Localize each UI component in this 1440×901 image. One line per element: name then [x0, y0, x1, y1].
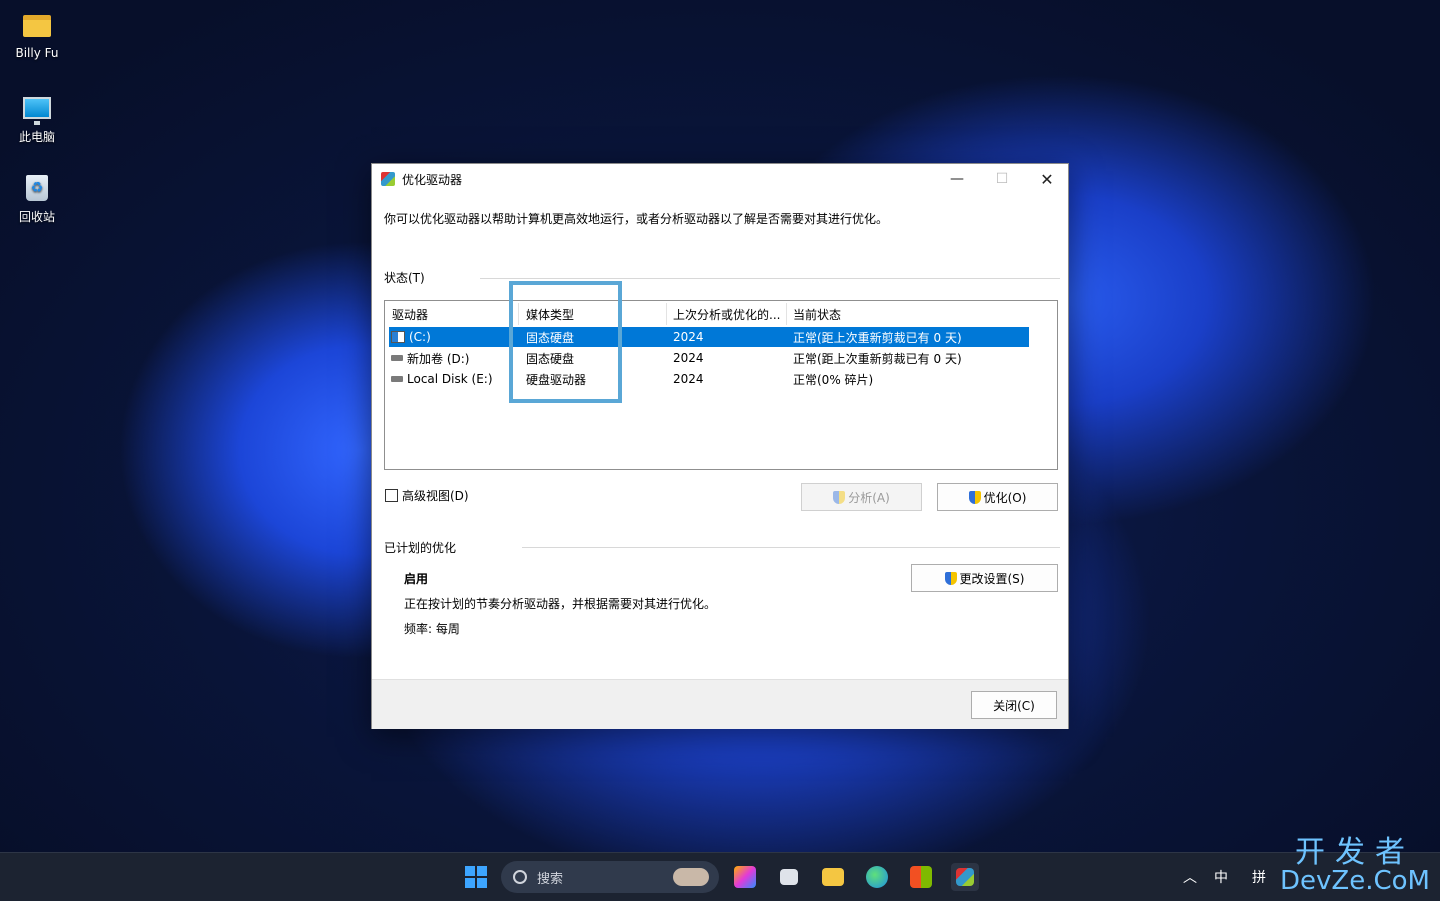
desktop-icon-label: Billy Fu — [15, 46, 59, 60]
taskbar-task-view[interactable] — [775, 863, 803, 891]
scheduled-divider — [522, 547, 1060, 548]
defrag-app-icon — [956, 868, 974, 886]
media-type: 硬盘驱动器 — [526, 372, 587, 387]
close-window-button[interactable]: ✕ — [1024, 164, 1070, 194]
taskbar-file-explorer[interactable] — [819, 863, 847, 891]
desktop-icon-label: 此电脑 — [18, 130, 55, 144]
scheduled-frequency: 频率: 每周 — [404, 622, 460, 636]
drive-list[interactable]: 驱动器 媒体类型 上次分析或优化的... 当前状态 (C:) 固态硬盘 2024… — [384, 300, 1058, 470]
minimize-icon: — — [950, 171, 964, 187]
start-button[interactable] — [462, 863, 490, 891]
desktop-icon-label: 回收站 — [18, 210, 55, 224]
window-title: 优化驱动器 — [402, 172, 463, 187]
drive-icon — [391, 376, 403, 382]
table-row[interactable]: (C:) 固态硬盘 2024 正常(距上次重新剪裁已有 0 天) — [389, 327, 1029, 347]
analyze-button[interactable]: 分析(A) — [801, 483, 922, 511]
optimize-button[interactable]: 优化(O) — [937, 483, 1058, 511]
computer-icon — [21, 92, 53, 125]
store-icon — [910, 866, 932, 888]
windows-start-icon — [465, 866, 487, 888]
scheduled-group-label: 已计划的优化 — [384, 541, 457, 555]
column-separator — [518, 303, 519, 325]
current-status: 正常(0% 碎片) — [793, 372, 874, 387]
watermark-line2: DevZe.CoM — [1280, 866, 1430, 896]
media-type: 固态硬盘 — [526, 351, 575, 366]
close-icon: ✕ — [1040, 169, 1054, 189]
watermark-line1: 开发者 — [1295, 835, 1415, 870]
scheduled-state: 启用 — [404, 572, 429, 586]
column-separator — [786, 303, 787, 325]
optimize-drives-window: 优化驱动器 — ☐ ✕ 你可以优化驱动器以帮助计算机更高效地运行，或者分析驱动器… — [371, 163, 1069, 729]
taskbar-store[interactable] — [907, 863, 935, 891]
edge-icon — [866, 866, 888, 888]
search-highlight-image-icon — [673, 868, 709, 886]
taskbar-edge[interactable] — [863, 863, 891, 891]
change-settings-button[interactable]: 更改设置(S) — [911, 564, 1058, 592]
checkbox-box[interactable] — [385, 489, 398, 502]
minimize-button[interactable]: — — [934, 164, 980, 194]
change-settings-label: 更改设置(S) — [959, 571, 1025, 586]
current-status: 正常(距上次重新剪裁已有 0 天) — [793, 351, 962, 366]
status-group-label: 状态(T) — [384, 271, 425, 285]
column-header-current-status[interactable]: 当前状态 — [793, 303, 841, 325]
folder-icon — [21, 10, 53, 42]
current-status: 正常(距上次重新剪裁已有 0 天) — [793, 330, 962, 345]
uac-shield-icon — [944, 571, 957, 585]
last-run: 2024 — [673, 330, 704, 344]
title-bar[interactable]: 优化驱动器 — ☐ ✕ — [372, 164, 1068, 194]
optimize-label: 优化(O) — [983, 490, 1027, 505]
drive-name: (C:) — [409, 330, 431, 344]
advanced-view-checkbox[interactable]: 高级视图(D) — [385, 487, 469, 504]
close-button[interactable]: 关闭(C) — [971, 691, 1057, 719]
search-placeholder: 搜索 — [537, 871, 564, 887]
system-drive-icon — [391, 331, 405, 343]
desktop-icon-recycle-bin[interactable]: ♻ 回收站 — [8, 172, 66, 225]
desktop-icon-this-pc[interactable]: 此电脑 — [8, 92, 66, 145]
close-label: 关闭(C) — [993, 698, 1035, 713]
search-icon — [513, 870, 527, 884]
analyze-label: 分析(A) — [848, 490, 890, 505]
desktop-icon-user-folder[interactable]: Billy Fu — [8, 10, 66, 60]
taskbar-optimize-drives[interactable] — [951, 863, 979, 891]
dialog-footer: 关闭(C) — [372, 679, 1068, 729]
column-header-drive[interactable]: 驱动器 — [392, 303, 428, 325]
task-view-icon — [780, 869, 798, 885]
table-row[interactable]: 新加卷 (D:) 固态硬盘 2024 正常(距上次重新剪裁已有 0 天) — [389, 348, 1029, 368]
last-run: 2024 — [673, 372, 704, 386]
recycle-bin-icon: ♻ — [21, 172, 53, 204]
watermark: 开发者 DevZe.CoM — [1280, 835, 1430, 896]
column-separator — [666, 303, 667, 325]
taskbar-copilot[interactable] — [731, 863, 759, 891]
defrag-app-icon — [381, 172, 395, 186]
last-run: 2024 — [673, 351, 704, 365]
uac-shield-icon — [833, 490, 846, 504]
drive-icon — [391, 355, 403, 361]
column-header-last-run[interactable]: 上次分析或优化的... — [673, 303, 780, 325]
copilot-icon — [734, 866, 756, 888]
tray-ime-mode[interactable]: 拼 — [1252, 867, 1266, 887]
file-explorer-icon — [822, 868, 844, 886]
maximize-button[interactable]: ☐ — [979, 164, 1025, 194]
scheduled-description: 正在按计划的节奏分析驱动器，并根据需要对其进行优化。 — [404, 597, 717, 611]
status-divider — [480, 278, 1060, 279]
taskbar-search[interactable]: 搜索 — [501, 861, 719, 893]
intro-text: 你可以优化驱动器以帮助计算机更高效地运行，或者分析驱动器以了解是否需要对其进行优… — [384, 212, 889, 226]
drive-name: Local Disk (E:) — [407, 372, 493, 386]
uac-shield-icon — [968, 490, 981, 504]
drive-name: 新加卷 (D:) — [407, 351, 470, 366]
table-row[interactable]: Local Disk (E:) 硬盘驱动器 2024 正常(0% 碎片) — [389, 369, 1029, 389]
tray-ime-language[interactable]: 中 — [1214, 867, 1228, 887]
media-type: 固态硬盘 — [526, 330, 575, 345]
advanced-view-label: 高级视图(D) — [402, 489, 469, 503]
column-header-media-type[interactable]: 媒体类型 — [526, 303, 574, 325]
maximize-icon: ☐ — [995, 171, 1009, 187]
tray-overflow-chevron-icon[interactable]: ︿ — [1183, 867, 1197, 887]
taskbar: 搜索 ︿ 中 拼 — [0, 852, 1440, 901]
